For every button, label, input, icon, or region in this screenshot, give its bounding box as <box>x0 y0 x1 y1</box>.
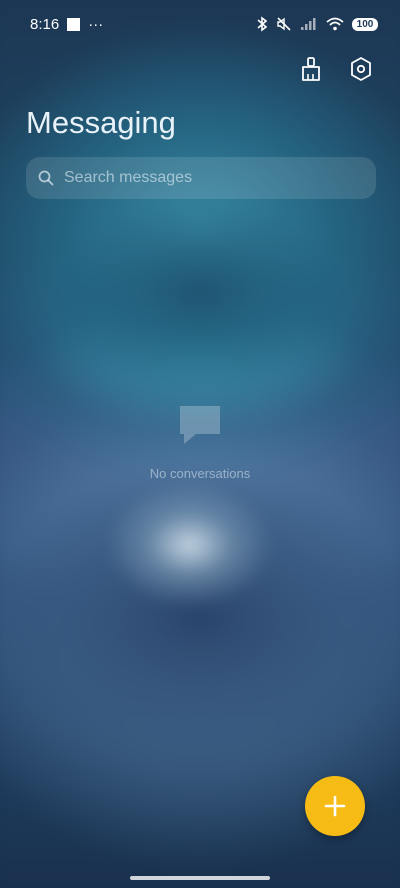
plus-icon <box>324 795 346 817</box>
messaging-screen: 8:16 ··· 100 Messaging Search messages N… <box>0 0 400 888</box>
brush-icon <box>302 57 320 81</box>
message-bubble-icon <box>180 406 220 444</box>
signal-icon <box>301 18 316 30</box>
home-indicator[interactable] <box>130 876 270 880</box>
search-input[interactable] <box>62 168 346 188</box>
search-icon <box>38 170 54 186</box>
gear-icon <box>351 57 371 81</box>
overflow-dots: ··· <box>88 15 104 33</box>
header-actions <box>298 56 374 82</box>
status-time: 8:16 <box>30 15 60 33</box>
battery-icon: 100 <box>352 17 378 31</box>
new-conversation-button[interactable] <box>305 776 365 836</box>
settings-button[interactable] <box>348 56 374 82</box>
status-bar-left: 8:16 ··· <box>30 16 103 33</box>
bluetooth-icon <box>257 16 268 32</box>
notification-square-icon <box>67 17 81 31</box>
page-title: Messaging <box>26 105 176 140</box>
clean-up-button[interactable] <box>298 56 324 82</box>
empty-state-text: No conversations <box>149 466 251 481</box>
status-bar-right: 100 <box>256 16 378 32</box>
wifi-icon <box>326 17 344 31</box>
empty-state: No conversations <box>0 402 400 481</box>
status-bar: 8:16 ··· 100 <box>0 0 400 48</box>
muted-vibrate-icon <box>277 17 291 31</box>
search-bar[interactable] <box>26 157 376 199</box>
